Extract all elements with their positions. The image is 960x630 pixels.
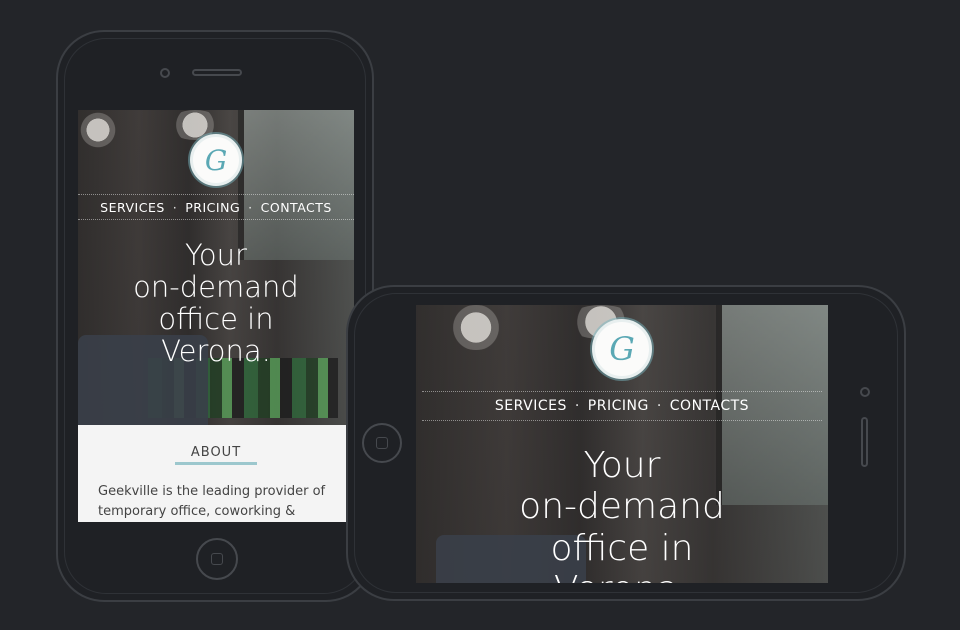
about-text: Geekville is the leading provider of tem…	[98, 484, 326, 519]
logo-letter: G	[204, 143, 228, 177]
logo-letter: G	[609, 330, 635, 368]
nav-separator: ·	[248, 199, 253, 215]
about-section: ABOUT Geekville is the leading provider …	[78, 425, 354, 522]
headline-line: office in	[550, 527, 694, 569]
about-underline	[175, 462, 257, 465]
hero-headline: Your on-demand office in Verona.	[78, 238, 354, 368]
headline-line: on-demand	[133, 269, 299, 304]
hero-section: G SERVICES · PRICING · CONTACTS Your on-…	[416, 305, 828, 583]
landscape-phone-mockup: G SERVICES · PRICING · CONTACTS Your on-…	[346, 285, 906, 601]
headline-line: office in	[158, 301, 274, 336]
g-monogram-logo[interactable]: G	[190, 134, 242, 186]
nav-separator: ·	[574, 398, 580, 414]
headline-line: Your	[583, 445, 661, 486]
headline-line: Verona.	[416, 569, 828, 583]
home-button-icon[interactable]	[196, 538, 238, 580]
home-button-icon[interactable]	[362, 423, 402, 463]
speaker-grille-icon	[861, 417, 868, 467]
nav-services[interactable]: SERVICES	[100, 200, 165, 215]
headline-line: on-demand	[519, 486, 725, 528]
main-nav: SERVICES · PRICING · CONTACTS	[78, 194, 354, 220]
g-monogram-logo[interactable]: G	[592, 319, 652, 379]
main-nav: SERVICES · PRICING · CONTACTS	[422, 391, 822, 421]
nav-contacts[interactable]: CONTACTS	[670, 398, 749, 414]
nav-pricing[interactable]: PRICING	[588, 398, 649, 414]
landscape-screen: G SERVICES · PRICING · CONTACTS Your on-…	[416, 305, 828, 583]
nav-separator: ·	[172, 199, 178, 215]
headline-line: Your	[185, 238, 247, 272]
nav-pricing[interactable]: PRICING	[185, 200, 240, 215]
about-heading: ABOUT	[190, 445, 242, 460]
nav-services[interactable]: SERVICES	[495, 398, 567, 414]
hero-headline: Your on-demand office in Verona.	[416, 445, 828, 583]
hero-section: G SERVICES · PRICING · CONTACTS Your on-…	[78, 110, 354, 425]
speaker-grille-icon	[192, 69, 242, 76]
nav-separator: ·	[656, 398, 662, 414]
nav-contacts[interactable]: CONTACTS	[261, 200, 332, 215]
portrait-phone-mockup: G SERVICES · PRICING · CONTACTS Your on-…	[56, 30, 374, 602]
front-camera-icon	[160, 68, 170, 78]
front-camera-icon	[860, 387, 870, 397]
headline-line: Verona.	[161, 333, 271, 368]
portrait-screen: G SERVICES · PRICING · CONTACTS Your on-…	[78, 110, 354, 522]
